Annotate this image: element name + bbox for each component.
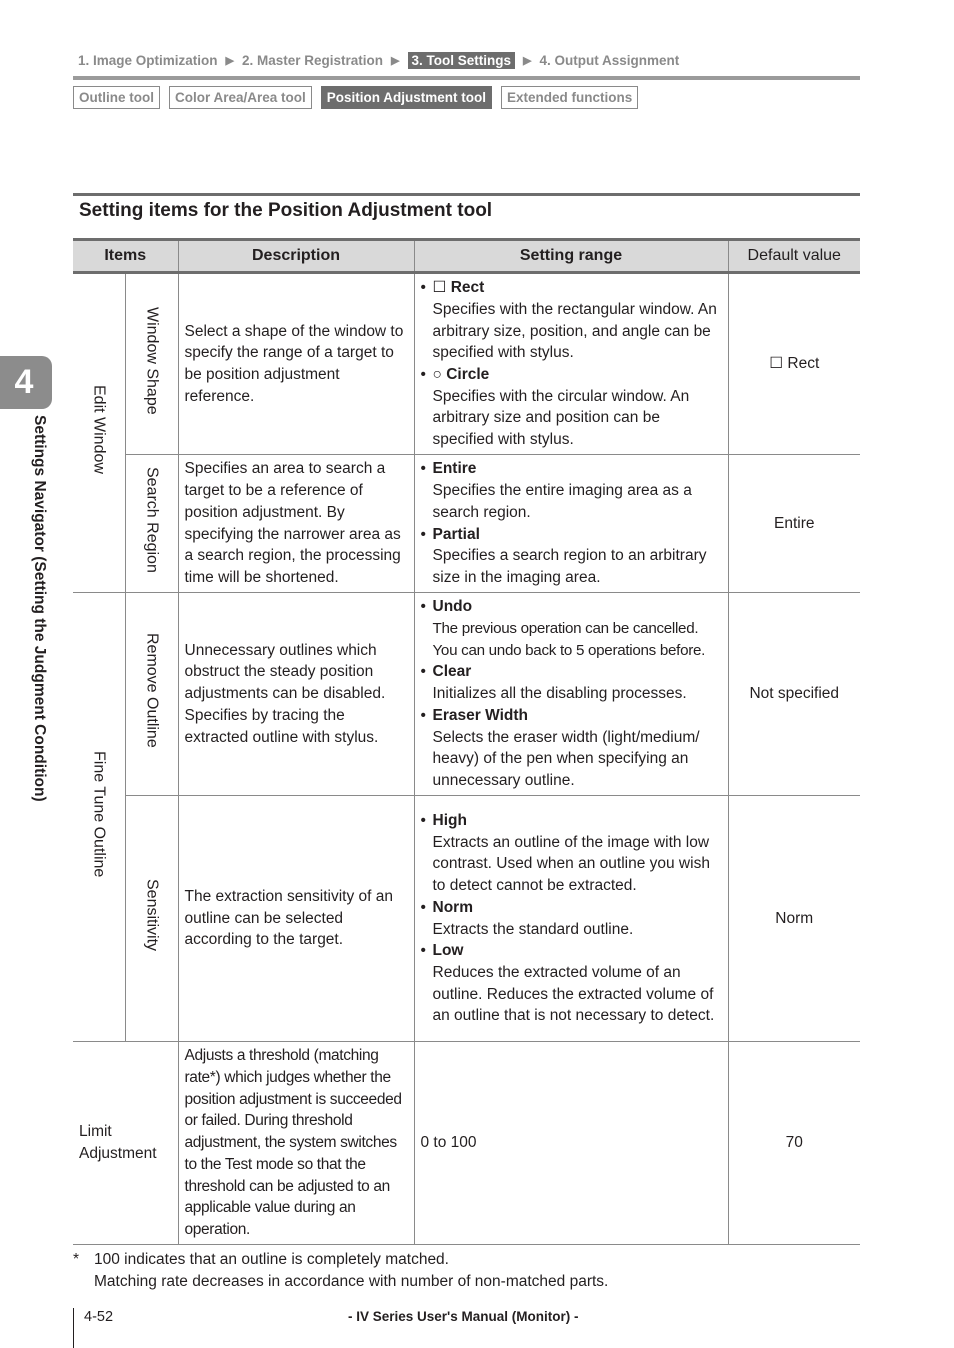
item-cell: Remove Outline — [124, 592, 179, 796]
right-triangle-icon: ▶ — [225, 55, 234, 67]
square-icon: ☐ — [432, 279, 447, 297]
group-cell: Fine Tune Outline — [73, 592, 126, 1042]
group-label-edit-window: Edit Window — [90, 385, 108, 475]
chapter-tab: 4 — [0, 356, 52, 409]
table-row: Fine Tune Outline Remove Outline Unneces… — [73, 592, 860, 1042]
footnote-line: Matching rate decreases in accordance wi… — [94, 1273, 609, 1290]
option: • Low — [420, 942, 464, 960]
section-title: Setting items for the Position Adjustmen… — [79, 200, 493, 221]
description-cell: Unnecessary outlines which obstruct the … — [177, 592, 415, 796]
table-row: Search Region Specifies an area to searc… — [73, 454, 860, 593]
breadcrumb: 1. Image Optimization ▶ 2. Master Regist… — [78, 51, 679, 70]
setting-range-cell: 0 to 100 — [413, 1041, 729, 1245]
right-triangle-icon: ▶ — [523, 55, 532, 67]
breadcrumb-divider — [73, 76, 860, 80]
default-value-cell: Norm — [727, 795, 860, 1042]
default-value-cell: 70 — [727, 1041, 860, 1245]
option: • Partial — [420, 525, 480, 543]
section-divider — [73, 193, 860, 196]
item-cell: Window Shape — [124, 272, 179, 455]
default-value-cell: ☐ Rect — [727, 272, 860, 455]
item-label: Remove Outline — [143, 633, 161, 748]
tab-color-area-tool: Color Area/Area tool — [169, 86, 312, 109]
tab-outline-tool: Outline tool — [73, 86, 160, 109]
setting-range-cell: • Entire Specifies the entire imaging are… — [413, 454, 729, 593]
item-label: Search Region — [143, 467, 161, 574]
option: • High — [420, 811, 467, 829]
option: • ☐ Rect — [420, 279, 485, 297]
setting-range-cell: • ☐ Rect Specifies with the rectangular w… — [413, 272, 729, 455]
table-header-row: Items Description Setting range Default … — [73, 238, 860, 274]
option: • ○ Circle — [420, 366, 490, 383]
group-cell: Edit Window — [73, 272, 126, 593]
description-cell: Select a shape of the window to specify … — [177, 272, 415, 455]
footnote-marker: * — [73, 1251, 80, 1268]
default-value-cell: Entire — [727, 454, 860, 593]
option: • Entire — [420, 460, 477, 478]
item-label: Window Shape — [143, 306, 161, 415]
header-default-value: Default value — [727, 238, 860, 274]
header-setting-range: Setting range — [413, 238, 729, 274]
tool-tabs: Outline tool Color Area/Area tool Positi… — [73, 86, 639, 109]
item-label-limit-adjustment: Limit Adjustment — [79, 1123, 157, 1162]
manual-title: - IV Series User's Manual (Monitor) - — [348, 1309, 579, 1324]
right-triangle-icon: ▶ — [391, 55, 400, 67]
chapter-title: Settings Navigator (Setting the Judgment… — [31, 415, 48, 802]
settings-table: Items Description Setting range Default … — [73, 238, 860, 1245]
breadcrumb-step-tool-settings: 3. Tool Settings — [407, 52, 516, 69]
tab-extended-functions: Extended functions — [501, 86, 639, 109]
tab-position-adjustment-tool: Position Adjustment tool — [320, 86, 493, 109]
breadcrumb-step-output-assignment: 4. Output Assignment — [539, 53, 680, 68]
description-cell: Adjusts a threshold (matching rate*) whi… — [177, 1041, 415, 1245]
page-number: 4-52 — [84, 1309, 114, 1325]
description-cell: The extraction sensitivity of an outline… — [177, 795, 415, 1042]
description-cell: Specifies an area to search a target to … — [177, 454, 415, 593]
option: • Clear — [420, 663, 472, 681]
table-row: Sensitivity The extraction sensitivity o… — [73, 795, 860, 1042]
item-cell: Sensitivity — [124, 795, 179, 1042]
footer-divider — [73, 1308, 74, 1348]
footnote-line: 100 indicates that an outline is complet… — [94, 1251, 449, 1268]
item-label: Sensitivity — [143, 879, 161, 952]
option: • Eraser Width — [420, 706, 528, 724]
item-cell: Limit Adjustment — [73, 1041, 179, 1245]
header-description: Description — [177, 238, 415, 274]
item-cell: Search Region — [124, 454, 179, 593]
header-items: Items — [73, 238, 179, 274]
setting-range-cell: • Undo The previous operation can be canc… — [413, 592, 729, 796]
option: • Norm — [420, 898, 473, 916]
chapter-number: 4 — [14, 363, 34, 401]
option: • Undo — [420, 598, 473, 616]
default-value-cell: Not specified — [727, 592, 860, 796]
group-label-fine-tune-outline: Fine Tune Outline — [90, 750, 108, 877]
breadcrumb-step-image-optimization: 1. Image Optimization — [78, 53, 218, 68]
setting-range-cell: • High Extracts an outline of the image w… — [413, 795, 729, 1042]
footnote: * 100 indicates that an outline is compl… — [73, 1249, 608, 1293]
table-row: Limit Adjustment Adjusts a threshold (ma… — [73, 1041, 860, 1245]
circle-icon: ○ — [432, 366, 442, 383]
table-row: Edit Window Window Shape Select a shape … — [73, 272, 860, 593]
breadcrumb-step-master-registration: 2. Master Registration — [242, 53, 384, 68]
